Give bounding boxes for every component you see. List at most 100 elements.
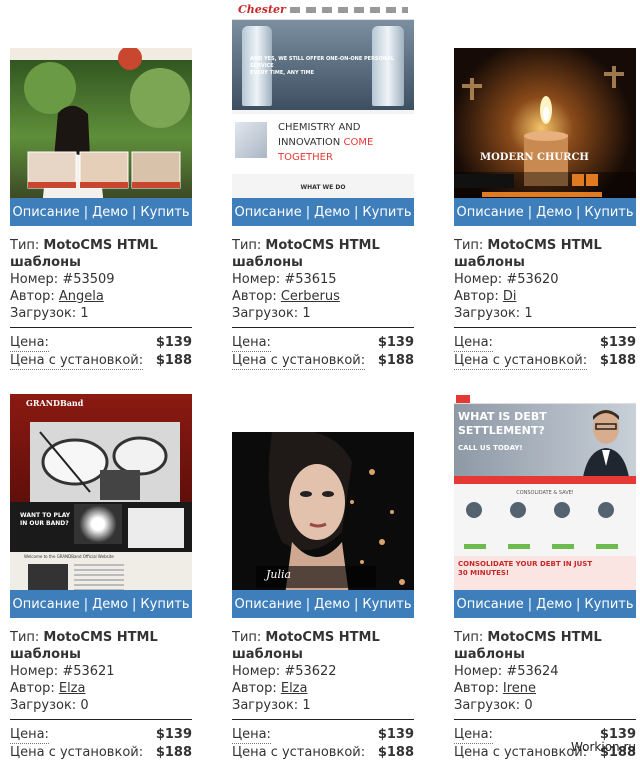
preview-line1: AND YES, WE STILL OFFER ONE-ON-ONE PERSO… [250,56,395,69]
template-preview-image[interactable]: WHAT IS DEBT SETTLEMENT? CALL US TODAY! … [454,394,636,618]
price-value: $139 [155,335,192,350]
author-link[interactable]: Elza [281,681,308,696]
author-link[interactable]: Irene [503,681,536,696]
author-link[interactable]: Angela [59,289,104,304]
preview-cta-1: CONSOLIDATE YOUR DEBT IN JUST [458,560,593,568]
template-preview-image[interactable]: Chester AND YES, WE STILL OFFER ONE-ON-O… [232,0,414,226]
number-line: Номер: #53615 [232,271,414,288]
number-label: Номер: [10,664,59,679]
author-link[interactable]: Cerberus [281,289,340,304]
separator: | [576,204,581,220]
buy-link[interactable]: Купить [362,205,411,220]
buy-link[interactable]: Купить [140,597,189,612]
number-label: Номер: [454,664,503,679]
separator: | [354,204,359,220]
downloads-line: Загрузок: 1 [232,697,414,714]
demo-link[interactable]: Демо [314,597,350,612]
preview-footer: WHAT WE DO [300,184,346,191]
description-link[interactable]: Описание [12,205,79,220]
businessman-photo [582,410,630,484]
buy-link[interactable]: Купить [140,205,189,220]
price-install-label: Цена с установкой: [10,745,144,760]
price-label: Цена: [454,335,493,352]
number-value: #53509 [62,272,115,287]
separator: | [83,596,89,612]
price-label: Цена: [232,727,271,744]
price-install-value: $188 [155,353,192,368]
price-install-label: Цена с установкой: [232,353,366,370]
band-preview-graphic: GRANDBand WANT TO PLAY IN OUR BAND? Welc… [10,394,192,618]
type-line: Тип: MotoCMS HTML шаблоны [454,237,636,271]
downloads-value: 1 [302,306,311,321]
separator: | [305,204,311,220]
downloads-value: 1 [80,306,89,321]
price-install-value: $188 [155,745,192,760]
drums-photo [30,422,180,502]
description-link[interactable]: Описание [12,597,79,612]
preview-heading-1: CHEMISTRY AND [278,122,361,133]
template-preview-image[interactable]: Julia Описание | Демо | Купить [232,432,414,618]
demo-link[interactable]: Демо [314,205,350,220]
author-line: Автор: Cerberus [232,288,414,305]
downloads-label: Загрузок: [232,698,299,713]
price-label: Цена: [232,335,271,352]
preview-heading-2: SETTLEMENT? [458,424,545,437]
demo-link[interactable]: Демо [92,597,128,612]
preview-promo-2: IN OUR BAND? [20,520,69,527]
number-value: #53622 [284,664,337,679]
author-line: Автор: Di [454,288,636,305]
template-preview-image[interactable]: MODERN CHURCH Описание | Демо | Купить [454,48,636,226]
price-value: $139 [377,335,414,350]
product-card: WHAT IS DEBT SETTLEMENT? CALL US TODAY! … [454,394,636,760]
demo-link[interactable]: Демо [92,205,128,220]
price-block: Цена: $139 Цена с установкой: $188 [10,719,192,760]
separator: | [305,596,311,612]
price-install-label: Цена с установкой: [10,353,144,370]
description-link[interactable]: Описание [234,597,301,612]
buy-link[interactable]: Купить [584,205,633,220]
number-value: #53624 [506,664,559,679]
number-value: #53621 [62,664,115,679]
preview-line2: EVERY TIME, ANY TIME [250,70,315,76]
price-install-label: Цена с установкой: [232,745,366,760]
buy-link[interactable]: Купить [584,597,633,612]
description-link[interactable]: Описание [234,205,301,220]
preview-welcome: Welcome to the GRANDBand Official Websit… [24,554,114,559]
action-bar: Описание | Демо | Купить [454,198,636,226]
author-link[interactable]: Elza [59,681,86,696]
price-label: Цена: [454,727,493,744]
description-link[interactable]: Описание [456,205,523,220]
template-preview-image[interactable]: Описание | Демо | Купить [10,48,192,226]
author-line: Автор: Angela [10,288,192,305]
type-label: Тип: [232,238,262,253]
preview-heading-1: WHAT IS DEBT [458,410,547,423]
template-preview-image[interactable]: GRANDBand WANT TO PLAY IN OUR BAND? Welc… [10,394,192,618]
type-line: Тип: MotoCMS HTML шаблоны [10,629,192,663]
product-info: Тип: MotoCMS HTML шаблоны Номер: #53621 … [10,629,192,714]
number-line: Номер: #53509 [10,271,192,288]
number-line: Номер: #53624 [454,663,636,680]
price-install-label: Цена с установкой: [454,353,588,370]
author-label: Автор: [454,681,499,696]
preview-heading-2a: INNOVATION [278,137,341,148]
number-label: Номер: [232,272,281,287]
buy-link[interactable]: Купить [362,597,411,612]
author-label: Автор: [10,289,55,304]
demo-link[interactable]: Демо [536,205,572,220]
downloads-line: Загрузок: 0 [10,697,192,714]
description-link[interactable]: Описание [456,597,523,612]
type-line: Тип: MotoCMS HTML шаблоны [232,237,414,271]
product-card: Chester AND YES, WE STILL OFFER ONE-ON-O… [232,0,414,370]
number-label: Номер: [454,272,503,287]
author-label: Автор: [232,289,277,304]
price-install-value: $188 [377,745,414,760]
price-value: $139 [599,335,636,350]
demo-link[interactable]: Демо [536,597,572,612]
number-line: Номер: #53621 [10,663,192,680]
author-line: Автор: Elza [10,680,192,697]
price-install-value: $188 [599,353,636,368]
number-line: Номер: #53620 [454,271,636,288]
preview-logo: Chester [238,3,286,16]
downloads-label: Загрузок: [454,698,521,713]
author-link[interactable]: Di [503,289,517,304]
